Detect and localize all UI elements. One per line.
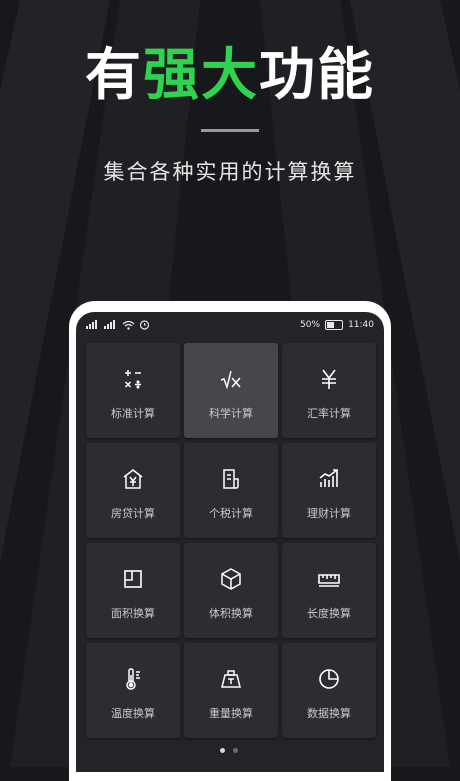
bar-trend-icon [317, 467, 341, 491]
feature-label: 长度换算 [307, 607, 351, 620]
feature-length-convert[interactable]: 长度换算 [282, 543, 376, 638]
feature-science-calc[interactable]: 科学计算 [184, 343, 278, 438]
feature-label: 房贷计算 [111, 507, 155, 520]
battery-icon [325, 320, 344, 330]
pagination-dot-active[interactable] [220, 748, 225, 753]
pagination-dots [220, 748, 238, 753]
feature-label: 面积换算 [111, 607, 155, 620]
signal-icon [86, 320, 97, 329]
feature-mortgage-calc[interactable]: 房贷计算 [86, 443, 180, 538]
headline: 有强大功能 [0, 44, 460, 108]
feature-label: 科学计算 [209, 407, 253, 420]
wifi-icon [122, 320, 135, 330]
feature-data-convert[interactable]: 数据换算 [282, 643, 376, 738]
feature-volume-convert[interactable]: 体积换算 [184, 543, 278, 638]
headline-part2: 功能 [259, 43, 375, 108]
standard-calc-icon [121, 367, 145, 391]
feature-label: 体积换算 [209, 607, 253, 620]
feature-exchange-calc[interactable]: 汇率计算 [282, 343, 376, 438]
status-time: 11:40 [348, 320, 374, 330]
feature-area-convert[interactable]: 面积换算 [86, 543, 180, 638]
feature-label: 数据换算 [307, 707, 351, 720]
house-yen-icon [121, 467, 145, 491]
pie-chart-icon [317, 667, 341, 691]
feature-finance-calc[interactable]: 理财计算 [282, 443, 376, 538]
pagination-dot[interactable] [233, 748, 238, 753]
area-square-icon [121, 567, 145, 591]
feature-label: 汇率计算 [307, 407, 351, 420]
ruler-icon [317, 567, 341, 591]
feature-grid: 标准计算 科学计算 汇率计算 房贷计算 个税计算 理财计算 面积换算 体积换算 … [86, 343, 376, 738]
cube-icon [219, 567, 243, 591]
yen-icon [317, 367, 341, 391]
battery-percent: 50% [300, 320, 321, 330]
weight-icon [219, 667, 243, 691]
status-icons-right: 50% 11:40 [300, 320, 374, 330]
feature-label: 个税计算 [209, 507, 253, 520]
subtitle: 集合各种实用的计算换算 [103, 160, 357, 184]
receipt-icon [219, 467, 243, 491]
phone-screen: 50% 11:40 标准计算 科学计算 汇率计算 房贷计算 个税计算 理财计算 … [76, 312, 384, 772]
alarm-clock-icon [139, 320, 150, 330]
feature-label: 重量换算 [209, 707, 253, 720]
feature-label: 理财计算 [307, 507, 351, 520]
feature-standard-calc[interactable]: 标准计算 [86, 343, 180, 438]
feature-weight-convert[interactable]: 重量换算 [184, 643, 278, 738]
headline-accent: 强大 [143, 43, 259, 108]
feature-temperature-convert[interactable]: 温度换算 [86, 643, 180, 738]
status-icons-left [86, 319, 150, 330]
signal-icon-2 [104, 320, 115, 329]
thermometer-icon [121, 667, 145, 691]
headline-part1: 有 [85, 43, 143, 108]
sqrt-x-icon [219, 367, 243, 391]
status-bar: 50% 11:40 [76, 312, 384, 338]
feature-tax-calc[interactable]: 个税计算 [184, 443, 278, 538]
feature-label: 标准计算 [111, 407, 155, 420]
feature-label: 温度换算 [111, 707, 155, 720]
headline-divider [201, 129, 259, 132]
